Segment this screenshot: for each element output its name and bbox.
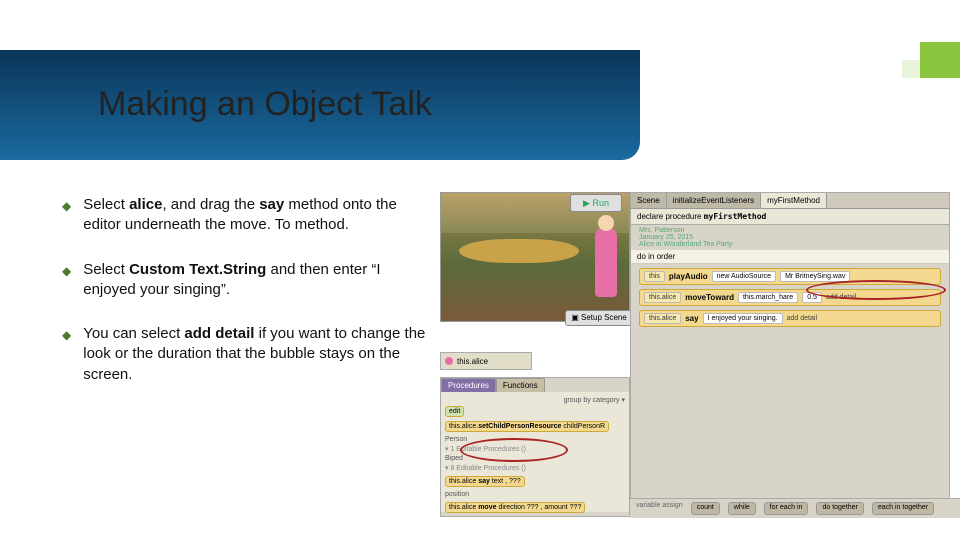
tab-listeners[interactable]: initializeEventListeners: [667, 193, 761, 208]
ctrl-dotogether[interactable]: do together: [816, 502, 863, 515]
procedures-panel: Procedures Functions group by category ▾…: [440, 377, 630, 517]
bullet-1: ◆ Select alice, and drag the say method …: [62, 195, 427, 236]
bullet-list: ◆ Select alice, and drag the say method …: [62, 195, 427, 409]
bullet-icon: ◆: [62, 263, 71, 301]
code-editor: Scene initializeEventListeners myFirstMe…: [630, 192, 950, 512]
proc-move[interactable]: this.alice move direction ??? , amount ?…: [445, 502, 585, 513]
edit-pill[interactable]: edit: [445, 406, 464, 417]
tab-functions[interactable]: Functions: [496, 378, 545, 392]
object-selector[interactable]: this.alice: [440, 352, 532, 370]
alice-icon: [445, 357, 453, 365]
ctrl-count[interactable]: count: [691, 502, 720, 515]
tab-scene[interactable]: Scene: [631, 193, 667, 208]
do-in-order: do in order: [631, 250, 949, 264]
run-button[interactable]: ▶ Run: [570, 194, 622, 212]
slide-title: Making an Object Talk: [98, 85, 432, 124]
controls-left: variable assign: [636, 502, 683, 515]
code-row-say[interactable]: this.alice say I enjoyed your singing. a…: [639, 310, 941, 327]
code-row-movetoward[interactable]: this.alice moveToward this.march_hare 0.…: [639, 289, 941, 306]
code-row-playaudio[interactable]: this playAudio new AudioSource Mr Britne…: [639, 268, 941, 285]
header-info: Mrs. Patterson January 25, 2015 Alice in…: [631, 225, 949, 250]
group-by[interactable]: group by category ▾: [445, 396, 625, 404]
accent-square-small: [902, 60, 920, 78]
screenshot-area: ▶ Run ▣ Setup Scene Scene initializeEven…: [440, 192, 960, 522]
ctrl-foreach[interactable]: for each in: [764, 502, 809, 515]
bullet-icon: ◆: [62, 327, 71, 385]
accent-square: [920, 42, 960, 78]
alice-figure: [595, 227, 617, 297]
proc-setresource[interactable]: this.alice.setChildPersonResource childP…: [445, 421, 609, 432]
ctrl-while[interactable]: while: [728, 502, 756, 515]
proc-say[interactable]: this.alice say text , ???: [445, 476, 525, 487]
bullet-2: ◆ Select Custom Text.String and then ent…: [62, 260, 427, 301]
ctrl-eachtogether[interactable]: each in together: [872, 502, 934, 515]
bullet-3: ◆ You can select add detail if you want …: [62, 324, 427, 385]
procedure-header: declare procedure myFirstMethod: [631, 209, 949, 225]
bullet-icon: ◆: [62, 198, 71, 236]
tab-myfirstmethod[interactable]: myFirstMethod: [761, 193, 827, 208]
setup-scene-button[interactable]: ▣ Setup Scene: [565, 310, 633, 326]
tab-procedures[interactable]: Procedures: [441, 378, 496, 392]
control-pills-bar: variable assign count while for each in …: [630, 498, 960, 518]
